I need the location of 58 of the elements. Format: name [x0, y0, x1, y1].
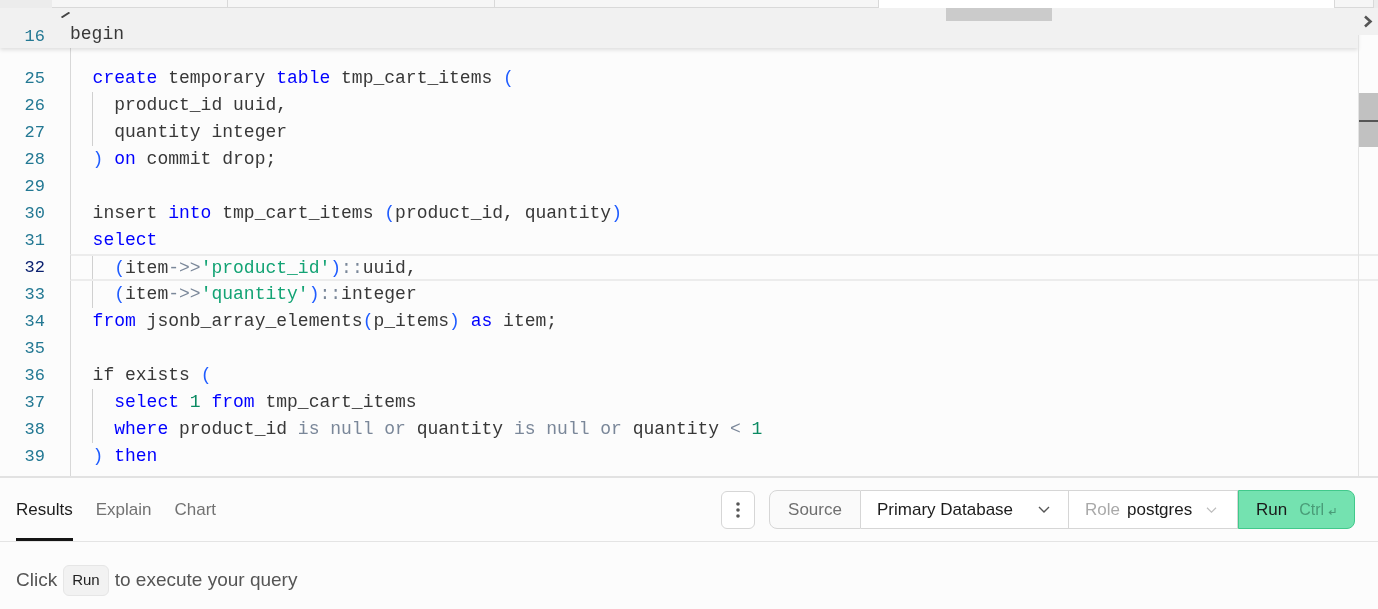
- message-text: to execute your query: [114, 568, 298, 593]
- tab[interactable]: [879, 0, 1335, 8]
- role-label: Role: [1085, 498, 1120, 521]
- code-line: select 1 from tmp_cart_items: [114, 391, 417, 414]
- tab[interactable]: [52, 0, 228, 8]
- line-number: 29: [23, 176, 46, 198]
- chevron-down-icon: [1206, 506, 1217, 513]
- code-line: product_id uuid,: [114, 94, 288, 117]
- line-number: 30: [23, 203, 46, 225]
- more-vertical-icon: [736, 501, 740, 518]
- code-line: from jsonb_array_elements(p_items) as item;: [92, 310, 558, 333]
- line-number: 37: [23, 392, 46, 414]
- code-line: ) on commit drop;: [92, 148, 277, 171]
- code-line: ) then: [92, 445, 158, 468]
- code-line: (item->>'product_id')::uuid,: [114, 257, 417, 280]
- vertical-scrollbar[interactable]: [1358, 35, 1378, 476]
- line-number: 26: [23, 95, 46, 117]
- line-number: 36: [23, 365, 46, 387]
- line-number: 32: [23, 257, 46, 279]
- code-line: select: [92, 229, 158, 252]
- database-dropdown[interactable]: Primary Database: [861, 490, 1069, 529]
- line-number: 33: [23, 284, 46, 306]
- code-line: begin: [70, 23, 124, 46]
- line-number: 27: [23, 122, 46, 144]
- scrollbar-thumb[interactable]: [1359, 93, 1378, 147]
- line-number: 34: [23, 311, 46, 333]
- code-line: if exists (: [92, 364, 212, 387]
- line-number: 38: [23, 419, 46, 441]
- role-dropdown[interactable]: Role postgres: [1069, 490, 1238, 529]
- code-line: insert into tmp_cart_items (product_id, quantity): [92, 202, 622, 225]
- run-button[interactable]: Run Ctrl: [1238, 490, 1355, 529]
- tab[interactable]: [495, 0, 879, 8]
- more-options-button[interactable]: [721, 490, 755, 529]
- chevron-down-icon: [1038, 506, 1050, 513]
- line-number: 35: [23, 338, 46, 360]
- chevron-right-icon[interactable]: [1363, 15, 1373, 28]
- code-line: quantity integer: [114, 121, 288, 144]
- line-number: 25: [23, 68, 46, 90]
- tab[interactable]: [228, 0, 495, 8]
- tab[interactable]: Chart: [174, 478, 217, 541]
- tab[interactable]: Explain: [95, 478, 152, 541]
- tab[interactable]: Results: [16, 478, 73, 541]
- line-number: 31: [23, 230, 46, 252]
- source-button[interactable]: Source: [769, 490, 861, 529]
- line-number: 28: [23, 149, 46, 171]
- key-hint: Run: [63, 565, 109, 596]
- scrollbar-thumb[interactable]: [946, 8, 1052, 21]
- stroke-mark-icon: [61, 12, 70, 18]
- code-line: (item->>'quantity')::integer: [114, 283, 417, 306]
- shortcut-hint: Ctrl: [1299, 499, 1325, 520]
- tab[interactable]: [1335, 0, 1374, 8]
- code-line: create temporary table tmp_cart_items (: [92, 67, 514, 90]
- code-line: where product_id is null or quantity is null or quantity < 1: [114, 418, 763, 441]
- cursor-position-marker: [1359, 120, 1378, 122]
- line-number: 39: [23, 446, 46, 468]
- enter-key-icon: [1328, 508, 1337, 515]
- message-text: Click: [16, 568, 58, 593]
- line-number: 16: [23, 26, 46, 48]
